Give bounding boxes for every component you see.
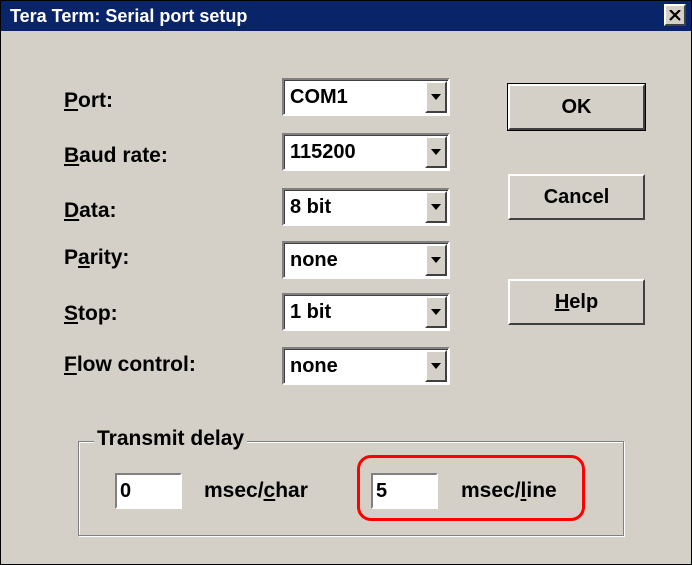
port-dropdown-button[interactable] <box>425 81 447 113</box>
transmit-delay-title: Transmit delay <box>94 427 248 451</box>
cancel-button[interactable]: Cancel <box>508 174 645 220</box>
flow-control-dropdown-button[interactable] <box>425 350 447 382</box>
flow-control-value: none <box>290 354 338 377</box>
baud-rate-dropdown-button[interactable] <box>425 136 447 168</box>
port-select[interactable]: COM1 <box>282 78 450 116</box>
window-title: Tera Term: Serial port setup <box>10 6 248 26</box>
port-label: Port: <box>64 89 114 112</box>
chevron-down-icon <box>431 149 441 155</box>
chevron-down-icon <box>431 204 441 210</box>
baud-rate-select[interactable]: 115200 <box>282 133 450 171</box>
data-label: Data: <box>64 199 117 222</box>
flow-control-select[interactable]: none <box>282 347 450 385</box>
ok-button[interactable]: OK <box>507 83 646 131</box>
stop-bits-value: 1 bit <box>290 300 332 323</box>
parity-label: Parity: <box>64 246 130 269</box>
close-x-icon <box>669 9 681 21</box>
msec-per-char-input[interactable]: 0 <box>115 473 182 509</box>
stop-bits-dropdown-button[interactable] <box>425 296 447 328</box>
chevron-down-icon <box>431 309 441 315</box>
highlight-annotation <box>357 455 585 521</box>
msec-per-char-label: msec/char <box>204 479 308 502</box>
chevron-down-icon <box>431 94 441 100</box>
baud-rate-value: 115200 <box>290 140 356 163</box>
data-bits-value: 8 bit <box>290 195 332 218</box>
serial-port-setup-dialog: Tera Term: Serial port setup Port: COM1 … <box>0 0 692 565</box>
close-button[interactable] <box>664 4 686 26</box>
stop-label: Stop: <box>64 302 118 325</box>
parity-dropdown-button[interactable] <box>425 244 447 276</box>
help-button[interactable]: Help <box>508 279 645 325</box>
data-bits-dropdown-button[interactable] <box>425 191 447 223</box>
chevron-down-icon <box>431 257 441 263</box>
stop-bits-select[interactable]: 1 bit <box>282 293 450 331</box>
parity-value: none <box>290 248 338 271</box>
port-value: COM1 <box>290 85 348 108</box>
parity-select[interactable]: none <box>282 241 450 279</box>
title-bar[interactable]: Tera Term: Serial port setup <box>1 1 691 31</box>
flow-control-label: Flow control: <box>64 353 196 376</box>
data-bits-select[interactable]: 8 bit <box>282 188 450 226</box>
chevron-down-icon <box>431 363 441 369</box>
baud-rate-label: Baud rate: <box>64 144 168 167</box>
